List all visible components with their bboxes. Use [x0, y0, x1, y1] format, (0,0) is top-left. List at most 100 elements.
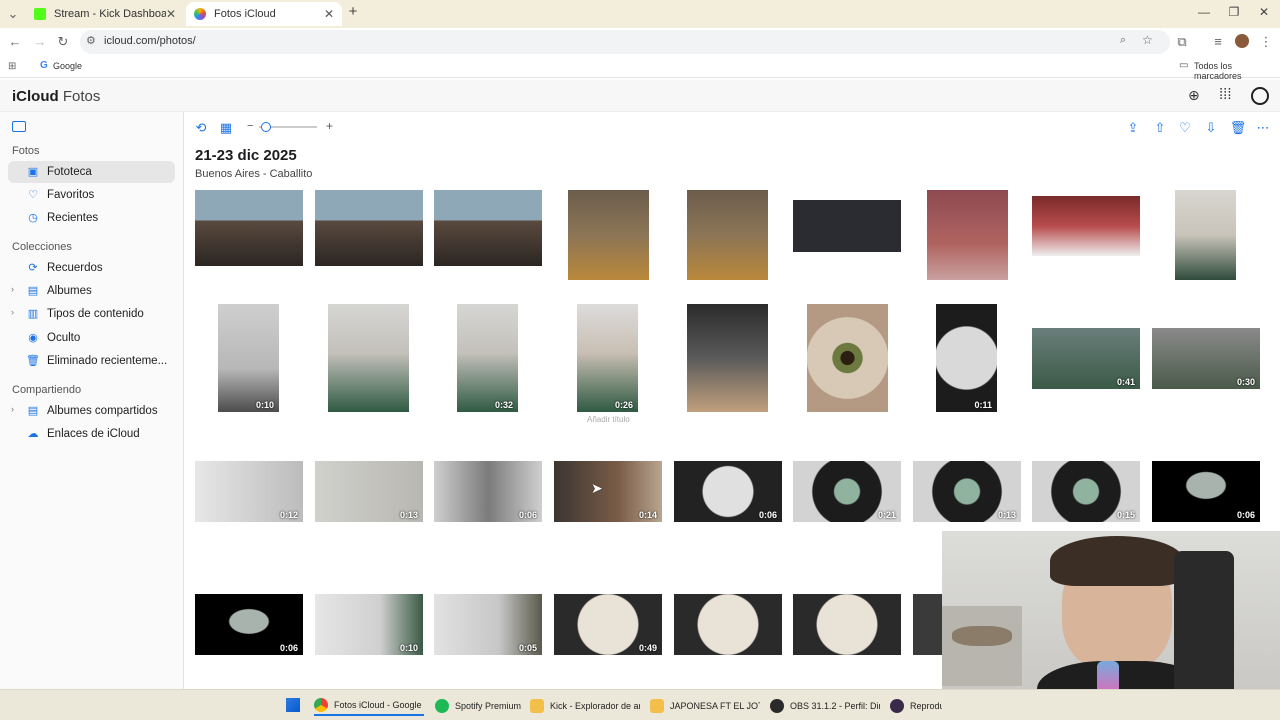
- zoom-in-icon[interactable]: +: [326, 119, 333, 133]
- sidebar-item-favoritos[interactable]: ♡ Favoritos: [8, 184, 175, 206]
- tab-search-icon[interactable]: ⌄: [5, 6, 21, 22]
- video-thumbnail[interactable]: 0:49: [554, 594, 662, 655]
- share-icon[interactable]: ⇧: [1151, 120, 1169, 136]
- upload-icon[interactable]: ⇪: [1124, 120, 1142, 136]
- sidebar-item-enlaces[interactable]: ☁ Enlaces de iCloud: [8, 423, 175, 445]
- back-icon[interactable]: ←: [7, 34, 23, 50]
- video-thumbnail[interactable]: 0:21: [793, 461, 901, 522]
- video-thumbnail[interactable]: 0:10: [218, 304, 279, 412]
- photo-thumbnail[interactable]: [315, 190, 423, 266]
- sidebar-item-fototeca[interactable]: ▣ Fototeca: [8, 161, 175, 183]
- new-tab-button[interactable]: +: [341, 3, 365, 20]
- chevron-right-icon[interactable]: ›: [11, 404, 14, 414]
- sidebar-item-oculto[interactable]: ◉ Oculto: [8, 327, 175, 349]
- taskbar-item-chrome[interactable]: Fotos iCloud - Google C: [314, 696, 424, 716]
- video-thumbnail[interactable]: 0:41: [1032, 328, 1140, 389]
- photo-thumbnail[interactable]: [1032, 196, 1140, 256]
- chevron-right-icon[interactable]: ›: [11, 307, 14, 317]
- taskbar-item-spotify[interactable]: Spotify Premium: [435, 696, 525, 716]
- photo-thumbnail[interactable]: [1175, 190, 1236, 280]
- video-thumbnail[interactable]: 0:14: [554, 461, 662, 522]
- sidebar-item-eliminado[interactable]: 🗑 Eliminado recienteme...: [8, 350, 175, 372]
- zoom-out-icon[interactable]: −: [247, 120, 253, 132]
- restore-icon[interactable]: ❐: [1222, 5, 1246, 19]
- video-thumbnail[interactable]: 0:30: [1152, 328, 1260, 389]
- photo-thumbnail[interactable]: [687, 190, 768, 280]
- calendar-icon[interactable]: ▦: [217, 120, 235, 136]
- account-icon[interactable]: [1251, 87, 1269, 105]
- rotate-icon[interactable]: ⟲: [192, 120, 210, 136]
- tab-kick-dashboard[interactable]: Stream - Kick Dashboard ✕: [26, 2, 184, 26]
- video-thumbnail[interactable]: [674, 594, 782, 655]
- zoom-icon[interactable]: ⌕: [1120, 34, 1126, 47]
- video-thumbnail[interactable]: 0:32: [457, 304, 518, 412]
- video-thumbnail[interactable]: 0:11: [936, 304, 997, 412]
- tab-fotos-icloud[interactable]: Fotos iCloud ✕: [186, 2, 342, 26]
- chevron-right-icon[interactable]: ›: [11, 284, 14, 294]
- bookmark-all[interactable]: Todos los marcadores: [1194, 61, 1280, 81]
- taskbar-item-media-player[interactable]: Reprodu: [890, 696, 942, 716]
- minimize-icon[interactable]: —: [1192, 5, 1216, 19]
- video-thumbnail[interactable]: 0:26: [577, 304, 638, 412]
- close-tab-icon[interactable]: ✕: [324, 7, 334, 21]
- reload-icon[interactable]: ↻: [55, 34, 71, 50]
- site-info-icon[interactable]: ⚙: [86, 34, 96, 47]
- taskbar-item-explorer-japonesa[interactable]: JAPONESA FT EL JOTA -: [650, 696, 760, 716]
- heart-icon[interactable]: ♡: [1176, 120, 1194, 136]
- location-subtitle: Buenos Aires - Caballito: [195, 168, 313, 180]
- zoom-slider-knob[interactable]: [260, 122, 271, 132]
- photo-thumbnail[interactable]: [568, 190, 649, 280]
- more-icon[interactable]: ⋯: [1254, 120, 1272, 136]
- reading-list-icon[interactable]: ≡: [1210, 34, 1226, 50]
- profile-avatar[interactable]: [1235, 34, 1249, 48]
- trash-icon[interactable]: 🗑: [1229, 120, 1247, 136]
- forward-icon[interactable]: →: [32, 34, 48, 50]
- photo-thumbnail[interactable]: [195, 190, 303, 266]
- photo-thumbnail[interactable]: [807, 304, 888, 412]
- video-thumbnail[interactable]: 0:15: [1032, 461, 1140, 522]
- apps-grid-icon[interactable]: ⊞: [8, 61, 16, 72]
- taskbar-item-obs[interactable]: OBS 31.1.2 - Perfil: Direct: [770, 696, 880, 716]
- photo-thumbnail[interactable]: [793, 200, 901, 252]
- sidebar-item-label: Tipos de contenido: [47, 308, 144, 320]
- video-thumbnail[interactable]: [793, 594, 901, 655]
- sidebar-item-tipos[interactable]: › ▥ Tipos de contenido: [8, 303, 175, 325]
- video-thumbnail[interactable]: 0:06: [1152, 461, 1260, 522]
- icloud-logo[interactable]: iCloud Fotos: [12, 88, 100, 105]
- taskbar-item-explorer-kick[interactable]: Kick - Explorador de arc: [530, 696, 640, 716]
- add-icon[interactable]: ⊕: [1188, 87, 1200, 104]
- photo-thumbnail[interactable]: [687, 304, 768, 412]
- windows-start-icon[interactable]: [286, 698, 300, 712]
- video-thumbnail[interactable]: 0:06: [195, 594, 303, 655]
- sidebar-item-albumes-compartidos[interactable]: › ▤ Álbumes compartidos: [8, 400, 175, 422]
- sidebar-toggle-icon[interactable]: [12, 121, 26, 132]
- tab-label: Stream - Kick Dashboard: [54, 8, 166, 20]
- photo-thumbnail[interactable]: [328, 304, 409, 412]
- download-icon[interactable]: ⇩: [1202, 120, 1220, 136]
- extensions-icon[interactable]: ⧉: [1174, 34, 1190, 50]
- video-thumbnail[interactable]: 0:05: [434, 594, 542, 655]
- video-thumbnail[interactable]: 0:10: [315, 594, 423, 655]
- address-bar[interactable]: ⚙ icloud.com/photos/ ⌕ ☆: [80, 30, 1170, 54]
- library-icon: ▣: [27, 166, 39, 178]
- sidebar-item-recuerdos[interactable]: ⟳ Recuerdos: [8, 257, 175, 279]
- video-duration: 0:26: [614, 400, 633, 410]
- close-window-icon[interactable]: ✕: [1252, 5, 1276, 19]
- app-grid-icon[interactable]: ⁞⁞⁞: [1219, 86, 1232, 103]
- photo-thumbnail[interactable]: [434, 190, 542, 266]
- video-thumbnail[interactable]: 0:06: [434, 461, 542, 522]
- video-thumbnail[interactable]: 0:13: [315, 461, 423, 522]
- hidden-icon: ◉: [28, 332, 38, 344]
- bookmark-star-icon[interactable]: ☆: [1142, 33, 1153, 47]
- close-tab-icon[interactable]: ✕: [166, 7, 176, 21]
- video-thumbnail[interactable]: [913, 594, 943, 655]
- sidebar-item-albumes[interactable]: › ▤ Álbumes: [8, 280, 175, 302]
- sidebar-item-recientes[interactable]: ◷ Recientes: [8, 207, 175, 229]
- video-thumbnail[interactable]: 0:13: [913, 461, 1021, 522]
- video-thumbnail[interactable]: 0:12: [195, 461, 303, 522]
- video-thumbnail[interactable]: 0:06: [674, 461, 782, 522]
- chrome-menu-icon[interactable]: ⋮: [1258, 34, 1274, 50]
- bookmark-google[interactable]: Google: [53, 61, 82, 71]
- add-title-caption[interactable]: Añadir título: [587, 415, 630, 424]
- photo-thumbnail[interactable]: [927, 190, 1008, 280]
